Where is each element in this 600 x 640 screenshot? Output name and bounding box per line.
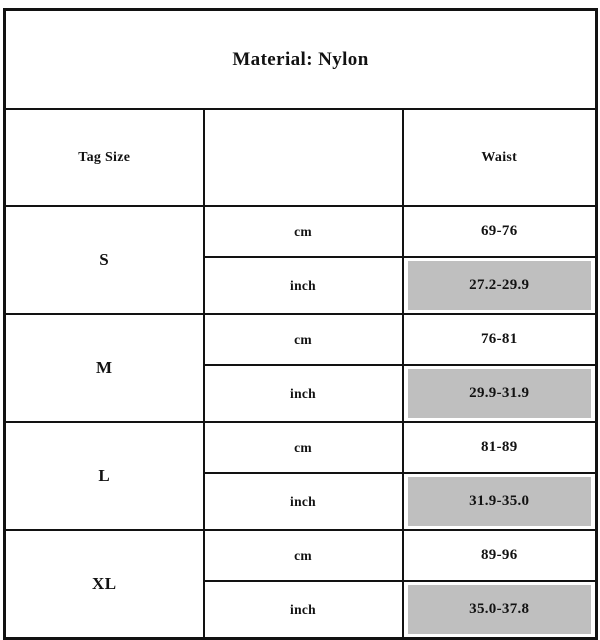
- waist-cm-l-value: 81-89: [481, 439, 518, 455]
- unit-label-cm-xl: cm: [202, 529, 404, 582]
- table-row: M cm 76-81: [3, 313, 598, 423]
- size-label-m: M: [3, 313, 205, 423]
- waist-inch-m-value: 29.9-31.9: [407, 369, 592, 418]
- header-unit-column: [202, 108, 404, 207]
- waist-inch-xl: 35.0-37.8: [401, 580, 598, 640]
- waist-inch-s-value: 27.2-29.9: [407, 261, 592, 310]
- waist-cm-m-value: 76-81: [481, 331, 518, 347]
- unit-label-inch-l: inch: [202, 472, 404, 531]
- size-chart-table: Material: Nylon Tag Size Waist S cm 69-7…: [3, 8, 599, 640]
- waist-cm-s: 69-76: [401, 205, 598, 258]
- material-title: Material: Nylon: [3, 8, 598, 110]
- waist-inch-s: 27.2-29.9: [401, 256, 598, 315]
- table-title-row: Material: Nylon: [3, 8, 598, 110]
- unit-label-inch-m: inch: [202, 364, 404, 423]
- size-chart-container: Material: Nylon Tag Size Waist S cm 69-7…: [3, 8, 599, 640]
- table-row: L cm 81-89: [3, 421, 598, 531]
- unit-label-cm-s: cm: [202, 205, 404, 258]
- waist-cm-l: 81-89: [401, 421, 598, 474]
- waist-cm-xl: 89-96: [401, 529, 598, 582]
- header-waist: Waist: [401, 108, 598, 207]
- table-row: S cm 69-76: [3, 205, 598, 315]
- waist-inch-l-value: 31.9-35.0: [407, 477, 592, 526]
- table-row: XL cm 89-96: [3, 529, 598, 640]
- waist-cm-m: 76-81: [401, 313, 598, 366]
- size-label-l: L: [3, 421, 205, 531]
- waist-inch-xl-value: 35.0-37.8: [407, 585, 592, 634]
- waist-inch-l: 31.9-35.0: [401, 472, 598, 531]
- unit-label-inch-s: inch: [202, 256, 404, 315]
- unit-label-inch-xl: inch: [202, 580, 404, 640]
- unit-label-cm-l: cm: [202, 421, 404, 474]
- size-label-s: S: [3, 205, 205, 315]
- waist-cm-s-value: 69-76: [481, 223, 518, 239]
- size-label-xl: XL: [3, 529, 205, 640]
- header-tag-size: Tag Size: [3, 108, 205, 207]
- waist-inch-m: 29.9-31.9: [401, 364, 598, 423]
- unit-label-cm-m: cm: [202, 313, 404, 366]
- table-header-row: Tag Size Waist: [3, 108, 598, 207]
- waist-cm-xl-value: 89-96: [481, 547, 518, 563]
